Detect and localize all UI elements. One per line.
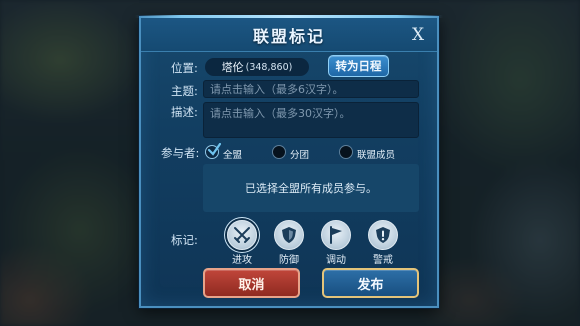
position-value: 塔伦 (348,860): [205, 58, 309, 76]
participant-label-subgroup: 分团: [290, 150, 310, 161]
mark-label-attack: 进攻: [232, 255, 252, 266]
alliance-mark-dialog: 联盟标记 X 位置: 塔伦 (348,860) 转为日程 主题: 请点击输入（最…: [135, 15, 443, 308]
participants-note: 已选择全盟所有成员参与。: [203, 164, 419, 212]
description-input[interactable]: 请点击输入（最多30汉字）。: [203, 102, 419, 138]
crossed-swords-icon: [234, 227, 250, 243]
close-button[interactable]: X: [407, 24, 429, 46]
dialog-title: 联盟标记: [252, 26, 325, 46]
marks-label: 标记:: [171, 233, 198, 247]
cancel-button[interactable]: 取消: [203, 268, 300, 298]
participant-label-all: 全盟: [223, 150, 243, 161]
topic-label: 主题:: [171, 84, 198, 98]
mark-alert[interactable]: [368, 220, 398, 250]
participant-radio-all[interactable]: [205, 143, 221, 159]
mark-attack[interactable]: [227, 220, 257, 250]
topic-input[interactable]: 请点击输入（最多6汉字）。: [203, 80, 419, 98]
position-label: 位置:: [171, 61, 198, 75]
check-icon: [207, 143, 221, 156]
shield-icon: [282, 227, 296, 243]
flag-icon: [330, 226, 342, 244]
publish-button[interactable]: 发布: [322, 268, 419, 298]
alert-shield-icon: [376, 227, 390, 243]
position-coords: (348,860): [245, 61, 293, 73]
position-name: 塔伦: [221, 61, 244, 74]
mark-label-mobilize: 调动: [326, 255, 346, 266]
participant-radio-members[interactable]: [339, 145, 353, 159]
convert-to-schedule-button[interactable]: 转为日程: [328, 55, 389, 77]
participants-label: 参与者:: [161, 146, 200, 160]
mark-defense[interactable]: [274, 220, 304, 250]
participant-radio-subgroup[interactable]: [272, 145, 286, 159]
description-label: 描述:: [171, 105, 198, 119]
participant-label-members: 联盟成员: [357, 150, 396, 161]
mark-mobilize[interactable]: [321, 220, 351, 250]
mark-label-alert: 警戒: [373, 255, 393, 266]
dialog-title-bar: 联盟标记 X: [141, 18, 437, 52]
mark-label-defense: 防御: [279, 255, 299, 266]
